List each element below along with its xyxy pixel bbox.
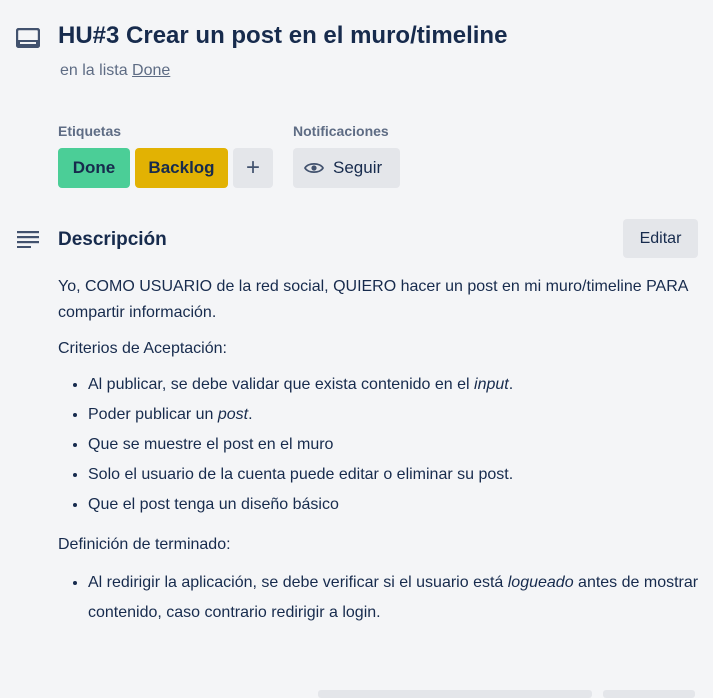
edit-description-button[interactable]: Editar — [623, 219, 698, 258]
description-intro: Yo, COMO USUARIO de la red social, QUIER… — [58, 278, 688, 321]
card-icon — [16, 28, 40, 48]
list-prefix: en la lista — [60, 62, 128, 79]
list-item: Que el post tenga un diseño básico — [88, 492, 708, 518]
list-item: Poder publicar un post. — [88, 402, 708, 428]
label-backlog[interactable]: Backlog — [135, 148, 228, 188]
follow-button[interactable]: Seguir — [293, 148, 400, 188]
add-label-button[interactable]: + — [233, 148, 273, 188]
list-info: en la lista Done — [60, 62, 170, 80]
description-lines-icon — [17, 231, 39, 248]
criteria-list: Al publicar, se debe validar que exista … — [58, 372, 708, 518]
list-item: Al publicar, se debe validar que exista … — [88, 372, 708, 398]
activity-button-edge[interactable] — [603, 690, 695, 698]
done-list: Al redirigir la aplicación, se debe veri… — [58, 568, 708, 628]
done-heading: Definición de terminado: — [58, 536, 231, 553]
list-item: Al redirigir la aplicación, se debe veri… — [88, 568, 708, 628]
notifications-heading: Notificaciones — [293, 123, 389, 139]
criteria-heading: Criterios de Aceptación: — [58, 340, 227, 357]
labels-heading: Etiquetas — [58, 123, 122, 139]
label-done[interactable]: Done — [58, 148, 130, 188]
description-title: Descripción — [58, 229, 167, 250]
list-item: Solo el usuario de la cuenta puede edita… — [88, 462, 708, 488]
card-title[interactable]: HU#3 Crear un post en el muro/timeline — [58, 22, 507, 50]
list-link[interactable]: Done — [132, 62, 170, 79]
description-body[interactable]: Yo, COMO USUARIO de la red social, QUIER… — [58, 274, 708, 642]
list-item: Que se muestre el post en el muro — [88, 432, 708, 458]
follow-label: Seguir — [333, 158, 383, 177]
comment-input-edge[interactable] — [318, 690, 592, 698]
eye-icon — [304, 162, 324, 174]
